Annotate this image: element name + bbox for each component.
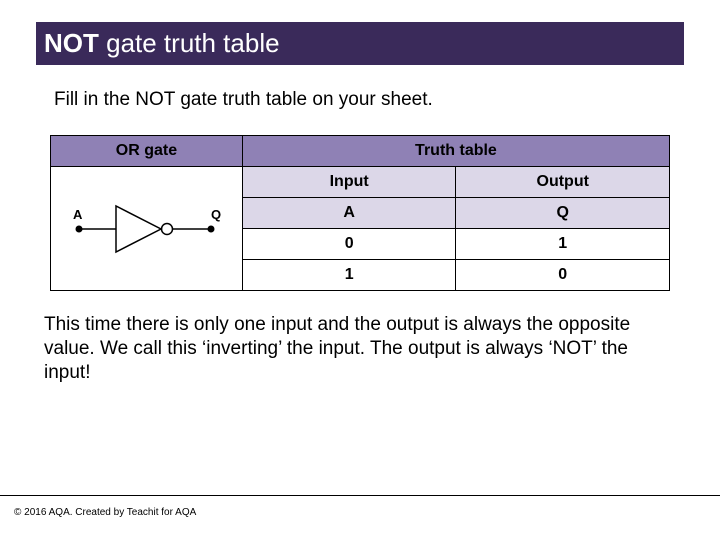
title-prefix: NOT (44, 28, 106, 58)
title-bar: NOT gate truth table (36, 22, 684, 65)
truth-table-container: OR gate Truth table A Q Inpu (50, 135, 670, 291)
input-header: Input (242, 167, 456, 198)
gate-diagram-cell: A Q (51, 167, 243, 291)
col-q-header: Q (456, 198, 670, 229)
copyright-text: © 2016 AQA. Created by Teachit for AQA (14, 507, 196, 518)
not-gate-icon: A Q (61, 184, 231, 274)
cell-a: 0 (242, 229, 456, 260)
slide: NOT gate truth table Fill in the NOT gat… (0, 0, 720, 540)
col-a-header: A (242, 198, 456, 229)
cell-q: 0 (456, 260, 670, 291)
truth-table: OR gate Truth table A Q Inpu (50, 135, 670, 291)
cell-q: 1 (456, 229, 670, 260)
truth-header: Truth table (242, 136, 669, 167)
page-title: NOT gate truth table (44, 28, 676, 59)
explanation-text: This time there is only one input and th… (44, 313, 676, 384)
gate-header: OR gate (51, 136, 243, 167)
title-rest: gate truth table (106, 28, 279, 58)
output-header: Output (456, 167, 670, 198)
cell-a: 1 (242, 260, 456, 291)
instruction-text: Fill in the NOT gate truth table on your… (54, 89, 676, 111)
gate-input-label: A (73, 207, 83, 222)
footer-divider (0, 495, 720, 496)
gate-output-label: Q (211, 207, 221, 222)
